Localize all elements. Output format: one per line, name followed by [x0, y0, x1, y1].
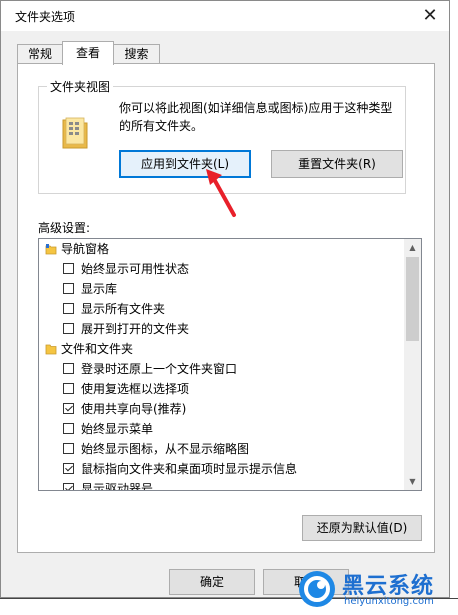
ok-button[interactable]: 确定: [169, 569, 255, 595]
watermark-url: heiyunxitong.com: [344, 596, 434, 607]
checkbox[interactable]: [63, 443, 74, 454]
advanced-settings-list[interactable]: 导航窗格 始终显示可用性状态 显示库 显示所有文件夹 展开到打开的文件夹 文件和…: [38, 238, 422, 491]
checkbox[interactable]: [63, 403, 74, 414]
setting-label: 显示库: [81, 282, 118, 296]
setting-label: 登录时还原上一个文件夹窗口: [81, 362, 238, 376]
category-label: 文件和文件夹: [61, 342, 134, 356]
setting-label: 显示驱动器号: [81, 482, 154, 491]
tab-search[interactable]: 搜索: [113, 44, 160, 64]
checkbox[interactable]: [63, 463, 74, 474]
vertical-scrollbar[interactable]: ▲ ▼: [404, 239, 421, 490]
navigation-pane-icon: [45, 244, 57, 255]
restore-defaults-button[interactable]: 还原为默认值(D): [302, 515, 422, 541]
tab-general[interactable]: 常规: [17, 44, 63, 64]
reset-folders-button[interactable]: 重置文件夹(R): [271, 150, 403, 178]
scroll-thumb[interactable]: [406, 257, 419, 341]
setting-label: 使用共享向导(推荐): [81, 402, 187, 416]
setting-label: 鼠标指向文件夹和桌面项时显示提示信息: [81, 462, 298, 476]
checkbox[interactable]: [63, 283, 74, 294]
advanced-settings-label: 高级设置:: [38, 221, 91, 235]
setting-label: 始终显示图标，从不显示缩略图: [81, 442, 250, 456]
close-icon[interactable]: ✕: [417, 3, 443, 29]
folder-views-title: 文件夹视图: [47, 78, 114, 95]
annotation-arrow-icon: [206, 169, 236, 217]
checkbox[interactable]: [63, 423, 74, 434]
title-bar: 文件夹选项 ✕: [1, 1, 449, 31]
watermark-logo-icon: [299, 571, 335, 607]
tab-view[interactable]: 查看: [62, 41, 114, 65]
folder-icon: [45, 344, 57, 355]
folder-options-dialog: 文件夹选项 ✕ 常规 查看 搜索 文件夹视图 你可以将此视图(如详细信息或图标)…: [0, 0, 450, 598]
setting-label: 始终显示菜单: [81, 422, 154, 436]
scroll-down-icon[interactable]: ▼: [404, 473, 421, 490]
setting-label: 展开到打开的文件夹: [81, 322, 190, 336]
dialog-title: 文件夹选项: [15, 10, 76, 24]
checkbox[interactable]: [63, 383, 74, 394]
setting-label: 始终显示可用性状态: [81, 262, 190, 276]
checkbox[interactable]: [63, 323, 74, 334]
checkbox[interactable]: [63, 363, 74, 374]
setting-label: 显示所有文件夹: [81, 302, 166, 316]
scroll-up-icon[interactable]: ▲: [404, 239, 421, 256]
checkbox[interactable]: [63, 263, 74, 274]
folder-views-description: 你可以将此视图(如详细信息或图标)应用于这种类型的所有文件夹。: [119, 101, 393, 133]
category-label: 导航窗格: [61, 242, 110, 256]
watermark: 黑云系统 heiyunxitong.com: [290, 566, 450, 614]
checkbox[interactable]: [63, 303, 74, 314]
setting-label: 使用复选框以选择项: [81, 382, 190, 396]
folder-view-icon: [62, 117, 88, 149]
view-tab-panel: 文件夹视图 你可以将此视图(如详细信息或图标)应用于这种类型的所有文件夹。 应用…: [17, 63, 435, 553]
checkbox[interactable]: [63, 483, 74, 490]
